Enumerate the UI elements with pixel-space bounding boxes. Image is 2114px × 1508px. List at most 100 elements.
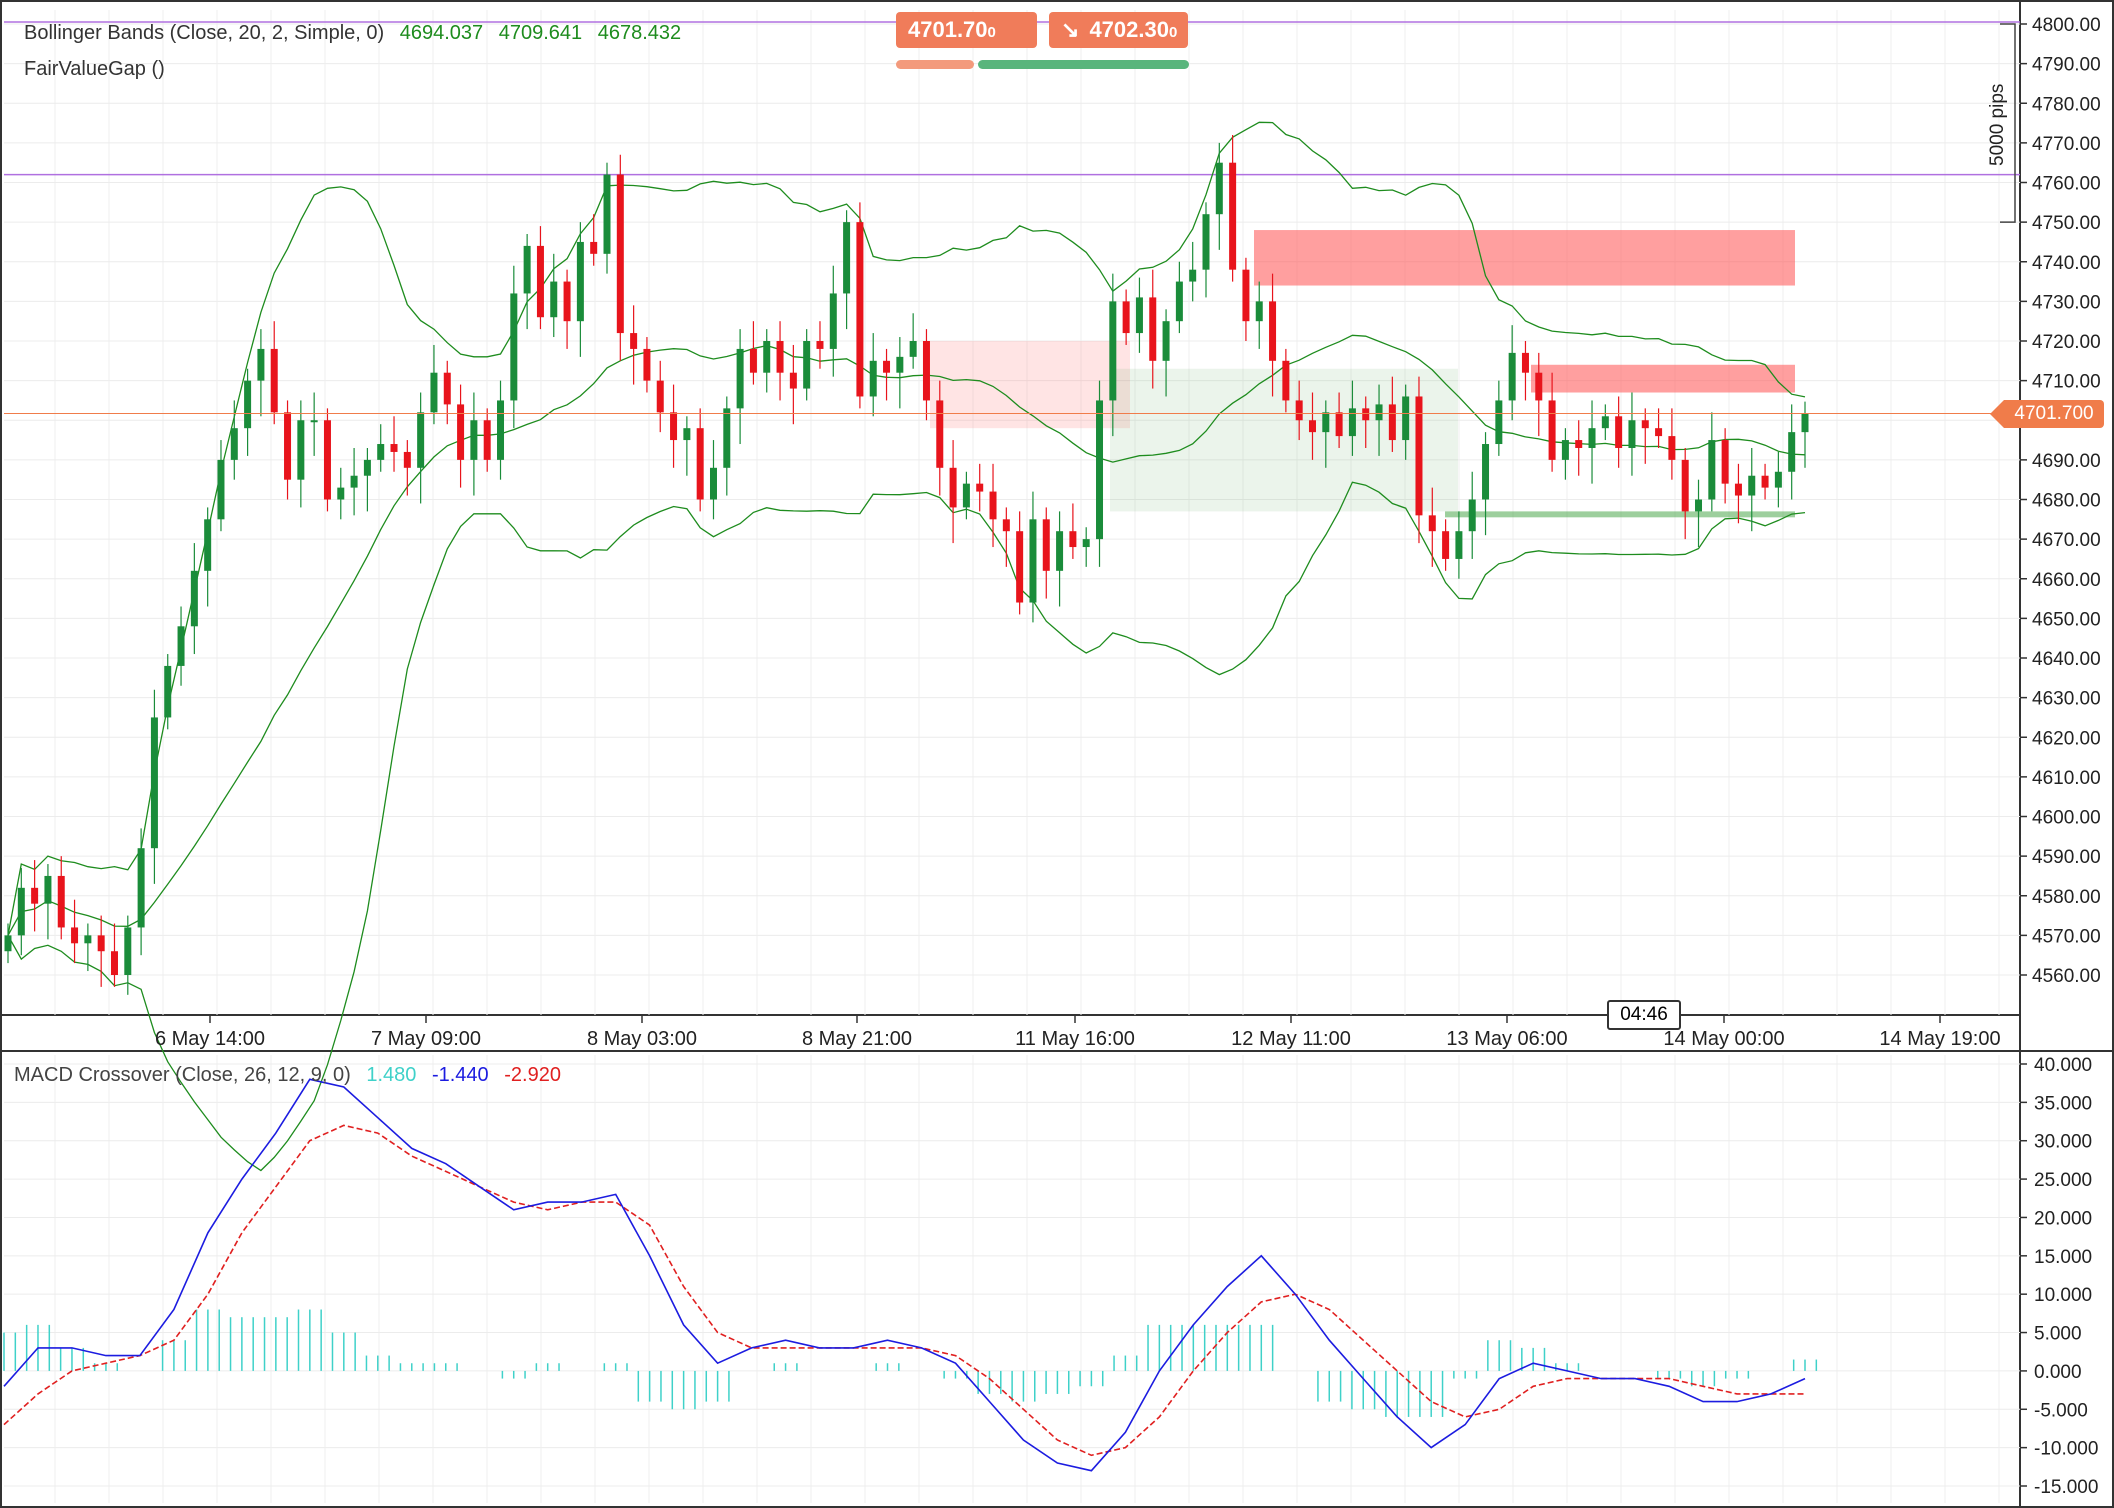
price-tick-label: 4760.00 — [2032, 174, 2101, 195]
macd-tick-label: 0.000 — [2034, 1362, 2082, 1383]
candle-body — [896, 356, 904, 373]
candle-body — [1681, 459, 1689, 512]
sell-volume-bar — [896, 60, 974, 69]
candle-body — [1002, 519, 1010, 532]
candle-body — [1695, 499, 1703, 512]
candle-body — [1042, 519, 1050, 571]
candle-body — [1229, 162, 1237, 270]
candle-body — [483, 420, 491, 460]
candle-body — [1269, 301, 1277, 361]
last-price-tag: 4701.700 — [1990, 399, 2104, 428]
candle-countdown: 04:46 — [1607, 1000, 1681, 1030]
candle-body — [869, 360, 877, 397]
candle-body — [1734, 483, 1742, 496]
candle-body — [257, 348, 265, 381]
candle-body — [1495, 400, 1503, 445]
time-tick-label: 14 May 00:00 — [1663, 1028, 1784, 1050]
macd-tick-label: 15.000 — [2034, 1247, 2092, 1268]
sell-button[interactable]: 4701.700 ↘ — [896, 12, 1037, 81]
candle-body — [670, 412, 678, 441]
candle-body — [563, 281, 571, 322]
macd-tick-label: 35.000 — [2034, 1093, 2092, 1114]
candle-body — [4, 935, 12, 952]
time-tick-label: 12 May 11:00 — [1231, 1028, 1351, 1050]
candle-body — [164, 665, 172, 718]
price-tick-label: 4730.00 — [2032, 292, 2101, 313]
candle-body — [1135, 297, 1143, 334]
fvg-legend: FairValueGap () — [24, 58, 165, 80]
buy-price-sub: 0 — [1168, 24, 1178, 41]
candle-body — [683, 428, 691, 441]
candle-body — [57, 875, 65, 928]
candle-body — [457, 404, 465, 460]
macd-tick-label: 30.000 — [2034, 1132, 2092, 1153]
candle-body — [1202, 214, 1210, 270]
candle-body — [137, 848, 145, 928]
pip-distance-label: 5000 pips — [1987, 83, 2008, 166]
macd-signal-line — [3, 1124, 1805, 1457]
candle-body — [150, 717, 158, 849]
time-tick-label: 11 May 16:00 — [1015, 1028, 1135, 1050]
macd-tick-label: 25.000 — [2034, 1170, 2092, 1191]
candle-body — [1255, 301, 1263, 322]
price-tick-label: 4660.00 — [2032, 570, 2101, 591]
candle-body — [1601, 416, 1609, 429]
candle-body — [323, 420, 331, 500]
candle-body — [1295, 400, 1303, 421]
candle-body — [590, 241, 598, 254]
price-tick-label: 4710.00 — [2032, 372, 2101, 393]
candle-body — [1162, 321, 1170, 361]
candle-body — [1508, 352, 1516, 401]
candle-body — [603, 174, 611, 254]
candle-body — [377, 444, 385, 460]
bollinger-legend: Bollinger Bands (Close, 20, 2, Simple, 0… — [24, 22, 691, 45]
candle-body — [1761, 475, 1769, 488]
candle-body — [284, 412, 292, 480]
candle-body — [630, 333, 638, 349]
candle-body — [1774, 471, 1782, 488]
candle-body — [230, 428, 238, 460]
candle-body — [1748, 475, 1756, 496]
candle-body — [1096, 400, 1104, 540]
candle-body — [17, 887, 25, 936]
candle-body — [510, 293, 518, 401]
candle-body — [204, 519, 212, 571]
candle-body — [470, 420, 478, 460]
candle-body — [1122, 301, 1130, 334]
candle-body — [856, 222, 864, 397]
chart-canvas[interactable]: 4800.00 4790.00 4780.00 4770.00 4760.00 4750.… — [0, 0, 2114, 1508]
macd-tick-label: 10.000 — [2034, 1285, 2092, 1306]
candle-body — [443, 372, 451, 405]
candle-body — [1588, 428, 1596, 448]
candle-body — [84, 935, 92, 944]
bollinger-middle — [7, 334, 1806, 936]
time-tick-label: 8 May 21:00 — [802, 1028, 912, 1050]
candle-body — [1016, 531, 1024, 603]
bollinger-name: Bollinger Bands (Close, 20, 2, Simple, 0… — [24, 22, 385, 44]
fair-value-gaps — [930, 230, 1795, 518]
candle-body — [1521, 352, 1529, 373]
macd-tick-label: -15.000 — [2034, 1477, 2098, 1498]
candle-body — [417, 412, 425, 468]
macd-legend: MACD Crossover (Close, 26, 12, 9, 0) 1.4… — [14, 1064, 571, 1087]
macd-value-signal: -2.920 — [504, 1064, 561, 1086]
buy-button[interactable]: ↘ 4702.300 — [1049, 12, 1188, 48]
price-axis: 4800.00 4790.00 4780.00 4770.00 4760.00 4750.… — [2020, 15, 2101, 987]
candle-body — [696, 428, 704, 500]
candle-body — [1242, 269, 1250, 322]
candle-body — [723, 408, 731, 468]
candle-body — [124, 927, 132, 975]
candle-body — [1348, 408, 1356, 437]
candle-body — [1561, 440, 1569, 460]
candle-body — [1655, 428, 1663, 437]
candle-body — [1056, 531, 1064, 571]
time-tick-label: 13 May 06:00 — [1446, 1028, 1567, 1050]
sell-price-sub: 0 — [987, 24, 996, 41]
candle-body — [829, 293, 837, 349]
candle-body — [949, 467, 957, 508]
candle-body — [936, 400, 944, 468]
candle-body — [270, 348, 278, 413]
candle-body — [1468, 499, 1476, 532]
candle-body — [1428, 515, 1436, 532]
candle-body — [1029, 519, 1037, 603]
